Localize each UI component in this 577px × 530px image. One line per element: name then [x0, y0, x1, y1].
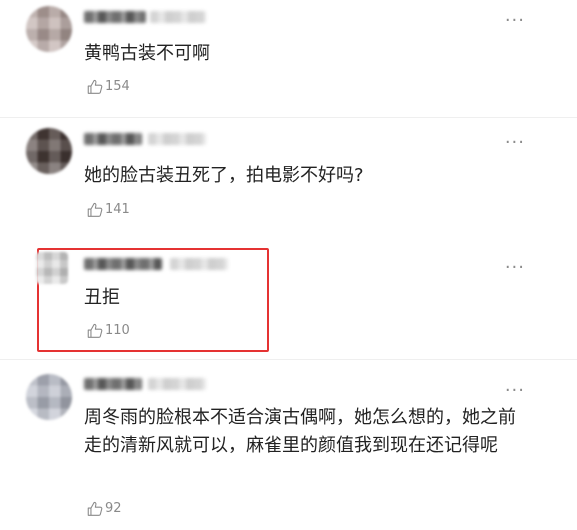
more-dots-icon[interactable]: ··· — [505, 382, 525, 400]
comment-item: ··· 她的脸古装丑死了，拍电影不好吗? 141 — [0, 118, 577, 238]
comment-text: 黄鸭古装不可啊 — [84, 43, 210, 64]
like-count: 92 — [105, 501, 122, 516]
thumbs-up-icon — [87, 202, 103, 217]
like-count: 141 — [105, 202, 130, 217]
like-button[interactable]: 154 — [86, 78, 130, 96]
more-dots-icon[interactable]: ··· — [505, 259, 525, 277]
thumbs-up-icon — [87, 501, 103, 516]
thumbs-up-icon — [87, 79, 103, 94]
like-count: 154 — [105, 79, 130, 94]
like-count: 110 — [105, 323, 130, 338]
more-dots-icon[interactable]: ··· — [505, 12, 525, 30]
more-dots-icon[interactable]: ··· — [505, 134, 525, 152]
like-button[interactable]: 141 — [86, 201, 130, 219]
avatar[interactable] — [36, 252, 68, 284]
username-blurred-secondary — [148, 133, 206, 145]
like-button[interactable]: 92 — [86, 500, 122, 518]
comment-item: ··· 黄鸭古装不可啊 154 — [0, 0, 577, 118]
avatar[interactable] — [26, 128, 72, 174]
thumbs-up-icon — [87, 323, 103, 338]
comment-text: 她的脸古装丑死了，拍电影不好吗? — [84, 165, 364, 186]
like-button[interactable]: 110 — [86, 322, 130, 340]
username-blurred[interactable] — [84, 258, 162, 270]
username-blurred-secondary — [148, 378, 206, 390]
avatar[interactable] — [26, 6, 72, 52]
username-blurred[interactable] — [84, 133, 142, 145]
username-blurred-secondary — [150, 11, 206, 23]
comment-text: 周冬雨的脸根本不适合演古偶啊，她怎么想的，她之前走的清新风就可以，麻雀里的颜值我… — [84, 407, 516, 456]
username-blurred[interactable] — [84, 378, 142, 390]
username-blurred[interactable] — [84, 11, 146, 23]
comment-text: 丑拒 — [84, 287, 120, 308]
username-blurred-secondary — [170, 258, 228, 270]
comment-item-highlighted: ··· 丑拒 110 — [0, 238, 577, 360]
comment-item: ··· 周冬雨的脸根本不适合演古偶啊，她怎么想的，她之前走的清新风就可以，麻雀里… — [0, 360, 577, 530]
avatar[interactable] — [26, 374, 72, 420]
